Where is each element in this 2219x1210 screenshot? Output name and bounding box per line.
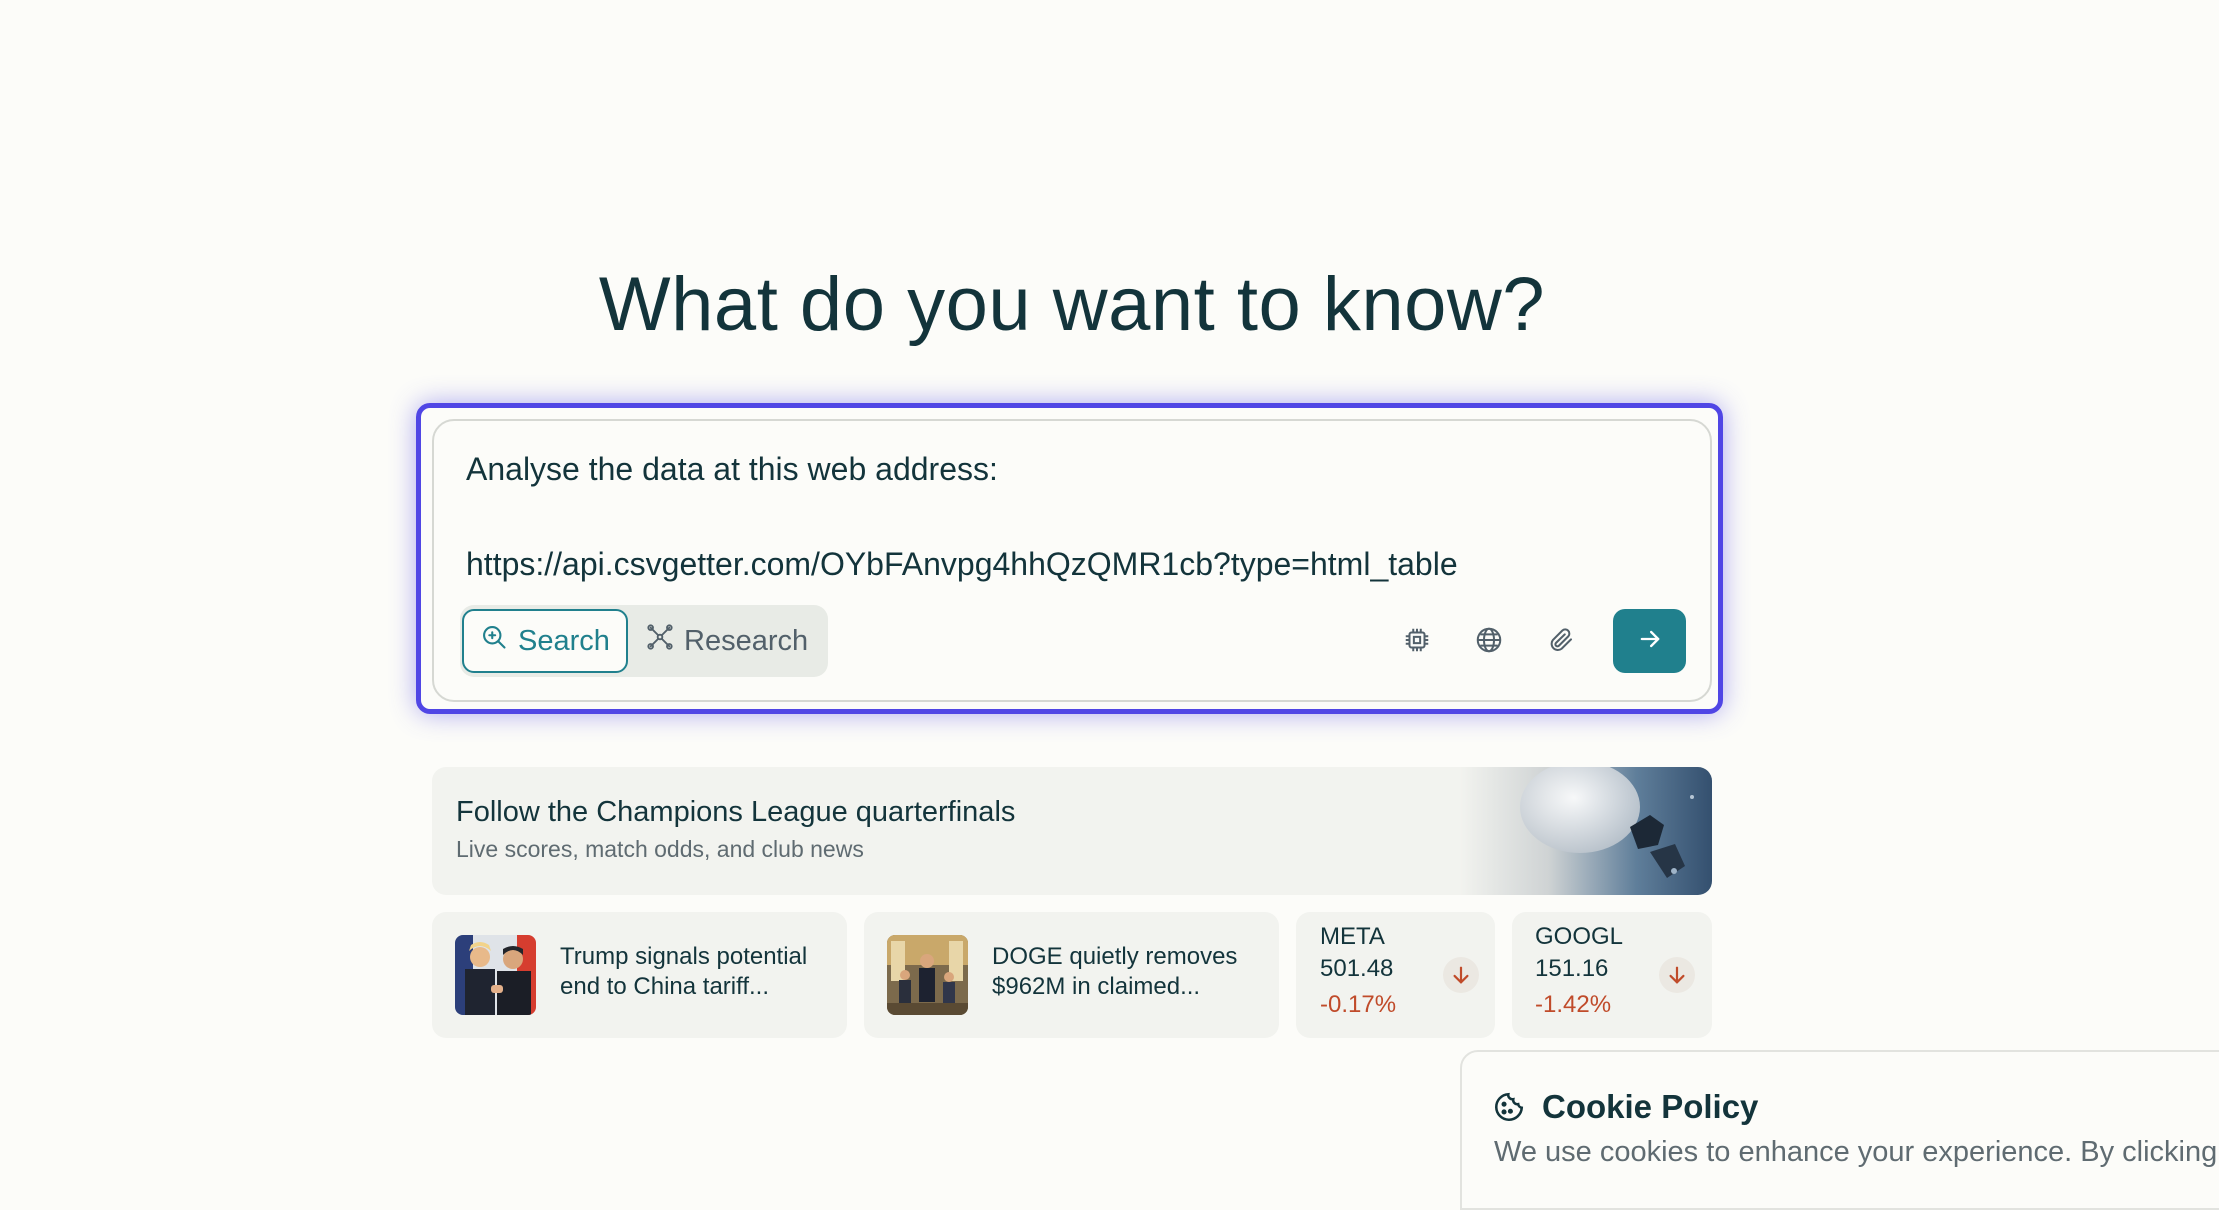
stock-symbol: GOOGL — [1535, 923, 1624, 950]
news-thumbnail — [887, 935, 968, 1015]
globe-icon[interactable] — [1469, 620, 1509, 660]
cookie-title: Cookie Policy — [1542, 1088, 1759, 1125]
submit-button[interactable] — [1613, 609, 1686, 673]
stock-price: 501.48 — [1320, 955, 1394, 982]
banner-subtitle: Live scores, match odds, and club news — [456, 836, 864, 862]
paperclip-icon[interactable] — [1541, 620, 1581, 660]
query-text-line-1[interactable]: Analyse the data at this web address: — [466, 449, 998, 489]
arrow-down-icon — [1659, 957, 1695, 993]
page-title: What do you want to know? — [598, 262, 1546, 347]
arrow-right-icon — [1636, 625, 1664, 658]
banner-title: Follow the Champions League quarterfinal… — [456, 796, 1016, 828]
research-mode-label: Research — [684, 624, 809, 657]
banner-image — [1460, 767, 1712, 895]
stock-change: -0.17% — [1320, 991, 1397, 1018]
cpu-icon[interactable] — [1397, 620, 1437, 660]
search-mode-label: Search — [518, 624, 610, 657]
search-mode-button[interactable]: Search — [462, 609, 628, 673]
arrow-down-icon — [1443, 957, 1479, 993]
news-title: DOGE quietly removes $962M in claimed... — [992, 943, 1238, 1000]
query-text-line-2[interactable]: https://api.csvgetter.com/OYbFAnvpg4hhQz… — [466, 544, 1458, 584]
cookie-icon — [1492, 1090, 1526, 1129]
cookie-text: We use cookies to enhance your experienc… — [1494, 1136, 2218, 1168]
news-title: Trump signals potential end to China tar… — [560, 943, 808, 1000]
stock-price: 151.16 — [1535, 955, 1609, 982]
search-icon — [480, 623, 508, 659]
cookie-panel — [1460, 1050, 2219, 1210]
stock-change: -1.42% — [1535, 991, 1612, 1018]
research-icon — [646, 623, 674, 659]
news-thumbnail — [455, 935, 536, 1015]
stock-symbol: META — [1320, 923, 1385, 950]
research-mode-button[interactable]: Research — [640, 609, 820, 673]
